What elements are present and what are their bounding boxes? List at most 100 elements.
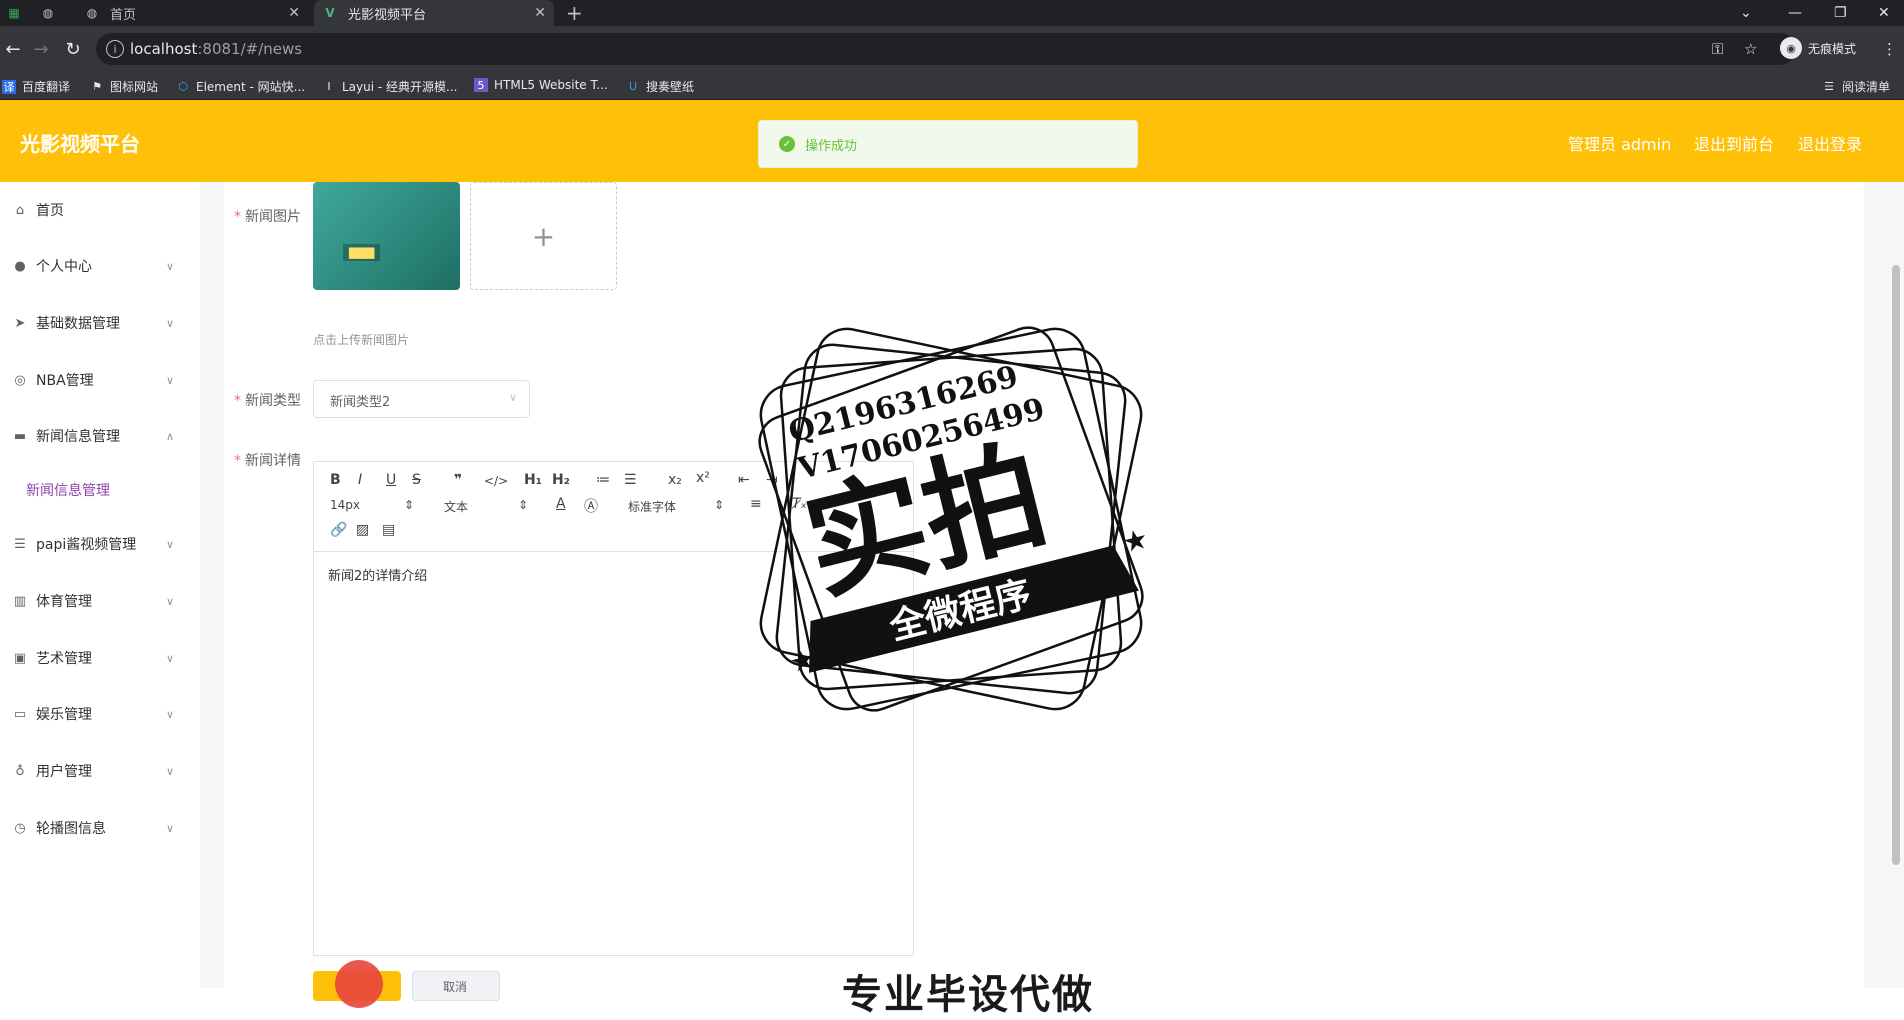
- align-icon[interactable]: ≡: [750, 496, 762, 512]
- forward-icon[interactable]: →: [28, 36, 54, 62]
- italic-icon[interactable]: I: [358, 472, 362, 488]
- chevron-down-icon: ∨: [166, 594, 175, 608]
- h1-icon[interactable]: H₁: [524, 472, 542, 488]
- page-scrollbar[interactable]: [1892, 265, 1900, 865]
- vue-icon: V: [325, 6, 335, 20]
- sidebar-item-label: 基础数据管理: [36, 316, 120, 332]
- editor-content[interactable]: 新闻2的详情介绍: [328, 565, 427, 584]
- restore-icon[interactable]: ❐: [1834, 0, 1847, 26]
- strike-icon[interactable]: S: [412, 472, 421, 488]
- wallpaper-icon: U: [628, 80, 638, 93]
- sidebar-item-sports[interactable]: ▥ 体育管理 ∨: [0, 573, 200, 629]
- star-icon[interactable]: ☆: [1744, 40, 1757, 58]
- compass-icon: ◷: [14, 820, 26, 836]
- click-indicator: [335, 960, 383, 1008]
- sort-icon: ⇕: [518, 498, 529, 512]
- font-family-select[interactable]: 标准字体: [628, 498, 676, 515]
- goto-front-link[interactable]: 退出到前台: [1694, 131, 1774, 155]
- logout-link[interactable]: 退出登录: [1798, 131, 1862, 155]
- underline-icon[interactable]: U: [386, 472, 396, 488]
- background-color-icon[interactable]: Ⓐ: [584, 496, 598, 516]
- outdent-icon[interactable]: ⇤: [738, 472, 750, 488]
- window-close-icon[interactable]: ✕: [1878, 0, 1890, 26]
- chevron-down-icon: ∨: [166, 821, 175, 835]
- browser-toolbar: ← → ↻ i localhost:8081/#/news ⚿ ☆ ◉ 无痕模式…: [0, 26, 1904, 72]
- code-icon[interactable]: </>: [484, 474, 508, 488]
- tab-app[interactable]: V 光影视频平台 ✕: [314, 0, 554, 26]
- sidebar-item-label: 首页: [36, 203, 64, 219]
- close-icon[interactable]: ✕: [288, 5, 300, 21]
- sidebar-item-home[interactable]: ⌂ 首页: [0, 182, 200, 238]
- sidebar-item-basic-data[interactable]: ➤ 基础数据管理 ∨: [0, 295, 200, 351]
- subscript-icon[interactable]: x₂: [668, 472, 682, 488]
- bullet-list-icon[interactable]: ☰: [624, 472, 637, 488]
- type-label: * 新闻类型: [234, 393, 301, 409]
- reading-list[interactable]: ☰ 阅读清单: [1822, 78, 1890, 95]
- tab-search-icon[interactable]: ⌄: [1740, 0, 1752, 26]
- app-tab-icon[interactable]: ▦: [6, 0, 28, 26]
- quote-icon[interactable]: ❞: [454, 472, 462, 488]
- chevron-down-icon: ∨: [166, 651, 175, 665]
- watermark-bottom-text: 专业毕设代做: [842, 972, 1094, 1018]
- video-icon[interactable]: ▤: [382, 522, 395, 538]
- sidebar-item-users[interactable]: ♁ 用户管理 ∨: [0, 743, 200, 799]
- flag-icon: ⚑: [92, 80, 102, 93]
- sidebar-item-art[interactable]: ▣ 艺术管理 ∨: [0, 630, 200, 686]
- font-size-select[interactable]: 14px: [330, 498, 360, 512]
- image-upload-button[interactable]: +: [470, 182, 617, 290]
- globe-icon: ◍: [42, 6, 54, 20]
- chevron-down-icon: ∨: [166, 259, 175, 273]
- ordered-list-icon[interactable]: ≔: [596, 472, 610, 488]
- link-icon[interactable]: 🔗: [330, 522, 347, 538]
- h2-icon[interactable]: H₂: [552, 472, 570, 488]
- format-select[interactable]: 文本: [444, 498, 468, 515]
- chevron-down-icon: ∨: [508, 391, 517, 404]
- indent-icon[interactable]: ⇥: [766, 472, 778, 488]
- sidebar-subitem-news-manage[interactable]: 新闻信息管理: [26, 480, 110, 500]
- bookmark-item[interactable]: U 搜奏壁纸: [626, 78, 694, 95]
- bookmark-item[interactable]: 译 百度翻译: [2, 78, 70, 95]
- sidebar-item-carousel[interactable]: ◷ 轮播图信息 ∨: [0, 800, 200, 856]
- cancel-button[interactable]: 取消: [412, 971, 500, 1001]
- sidebar-item-label: papi酱视频管理: [36, 537, 137, 553]
- font-color-icon[interactable]: A: [556, 496, 566, 512]
- bold-icon[interactable]: B: [330, 472, 341, 488]
- tab-title: 光影视频平台: [348, 7, 427, 23]
- image-icon[interactable]: ▨: [356, 522, 369, 538]
- sidebar-item-papi-videos[interactable]: ☰ papi酱视频管理 ∨: [0, 516, 200, 572]
- bookmark-item[interactable]: ⬡ Element - 网站快...: [176, 78, 305, 95]
- rich-text-editor: B I U S ❞ </> H₁ H₂ ≔ ☰ x₂ x² ⇤ ⇥ 14px ⇕…: [313, 461, 914, 956]
- minimize-icon[interactable]: —: [1788, 0, 1802, 26]
- sidebar-item-profile[interactable]: ● 个人中心 ∨: [0, 238, 200, 294]
- sidebar-item-nba[interactable]: ◎ NBA管理 ∨: [0, 352, 200, 408]
- sidebar-item-label: NBA管理: [36, 373, 94, 389]
- send-icon: ➤: [14, 315, 26, 331]
- address-bar[interactable]: i localhost:8081/#/news: [96, 33, 1796, 65]
- news-type-select[interactable]: 新闻类型2 ∨: [313, 380, 530, 418]
- sidebar-item-entertainment[interactable]: ▭ 娱乐管理 ∨: [0, 686, 200, 742]
- incognito-indicator[interactable]: ◉ 无痕模式: [1780, 37, 1856, 59]
- browser-tabbar: ▦ ◍ ◍ 首页 ✕ V 光影视频平台 ✕ + ⌄ — ❐ ✕: [0, 0, 1904, 26]
- reload-icon[interactable]: ↻: [60, 36, 86, 62]
- back-icon[interactable]: ←: [0, 36, 26, 62]
- html5-icon: 5: [474, 78, 488, 92]
- pinned-tab[interactable]: ◍: [40, 0, 62, 26]
- info-icon[interactable]: i: [106, 40, 124, 58]
- menu-dots-icon[interactable]: ⋮: [1882, 40, 1897, 58]
- close-icon[interactable]: ✕: [534, 5, 546, 21]
- superscript-icon[interactable]: x²: [696, 470, 710, 486]
- check-circle-icon: ✓: [779, 136, 795, 152]
- bookmark-item[interactable]: ⚑ 图标网站: [90, 78, 158, 95]
- select-value: 新闻类型2: [330, 395, 391, 410]
- tab-home[interactable]: ◍ 首页 ✕: [78, 0, 308, 26]
- key-icon[interactable]: ⚿: [1712, 40, 1723, 58]
- sidebar-item-news[interactable]: ▬ 新闻信息管理 ∧: [0, 408, 200, 464]
- reading-list-icon: ☰: [1824, 80, 1834, 93]
- clear-format-icon[interactable]: T̷ₓ: [792, 496, 807, 512]
- bookmark-item[interactable]: 5 HTML5 Website T...: [474, 78, 608, 92]
- sidebar-item-label: 轮播图信息: [36, 821, 106, 837]
- sidebar-item-label: 用户管理: [36, 764, 92, 780]
- uploaded-news-image[interactable]: ▇▇▇: [313, 182, 460, 290]
- new-tab-button[interactable]: +: [566, 1, 583, 25]
- bookmark-item[interactable]: Ⅰ Layui - 经典开源模...: [322, 78, 457, 95]
